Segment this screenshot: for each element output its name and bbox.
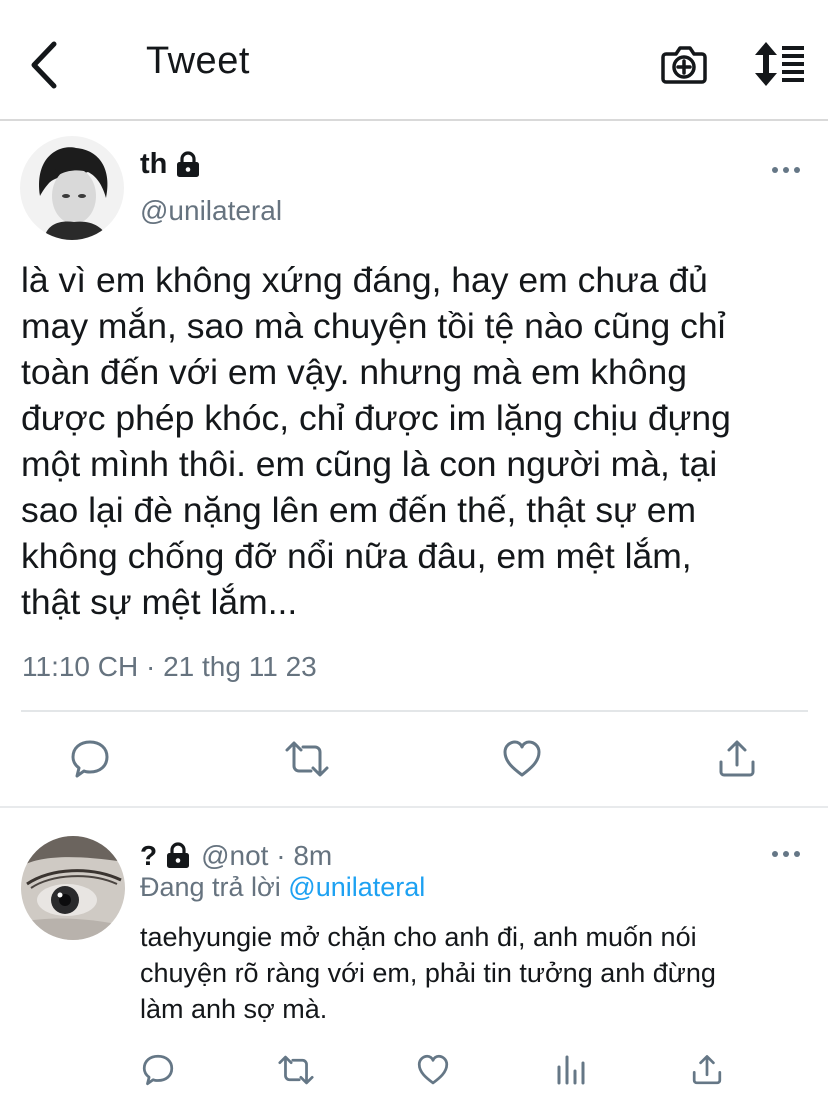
author-name[interactable]: th xyxy=(140,148,167,181)
more-horizontal-icon[interactable] xyxy=(766,844,806,864)
reply-text-line: làm anh sợ mà. xyxy=(140,994,328,1024)
heart-icon[interactable] xyxy=(416,1053,450,1087)
share-icon[interactable] xyxy=(717,738,757,780)
tweet-timestamp[interactable]: 11:10 CH · 21 thg 11 23 xyxy=(22,651,317,683)
author-handle[interactable]: @unilateral xyxy=(140,195,282,227)
back-icon[interactable] xyxy=(22,38,66,92)
heart-icon[interactable] xyxy=(501,738,543,780)
share-icon[interactable] xyxy=(691,1053,723,1087)
tweet-text-line: là vì em không xứng đáng, hay em chưa đủ xyxy=(21,260,708,300)
analytics-icon[interactable] xyxy=(554,1053,588,1087)
divider xyxy=(21,710,808,712)
top-bar: Tweet xyxy=(0,0,828,121)
reply-author-row: ? @not · 8m xyxy=(140,840,332,872)
reply-author-name[interactable]: ? xyxy=(140,840,157,872)
reply-text: taehyungie mở chặn cho anh đi, anh muốn … xyxy=(140,919,716,1027)
section-divider xyxy=(0,806,828,808)
comment-icon[interactable] xyxy=(69,738,111,780)
author-name-row: th xyxy=(140,148,201,181)
replying-to: Đang trả lời @unilateral xyxy=(140,872,425,903)
tweet-text: là vì em không xứng đáng, hay em chưa đủ… xyxy=(21,257,731,625)
tweet-text-line: may mắn, sao mà chuyện tồi tệ nào cũng c… xyxy=(21,306,726,346)
lock-icon xyxy=(167,842,190,868)
tweet-text-line: sao lại đè nặng lên em đến thế, thật sự … xyxy=(21,490,697,530)
page-title: Tweet xyxy=(146,40,250,82)
tweet-text-line: được phép khóc, chỉ được im lặng chịu đự… xyxy=(21,398,731,438)
comment-icon[interactable] xyxy=(141,1053,175,1087)
more-horizontal-icon[interactable] xyxy=(766,160,806,180)
reply-avatar[interactable] xyxy=(21,836,125,940)
lock-icon xyxy=(177,150,200,177)
tweet-text-line: thật sự mệt lắm... xyxy=(21,582,298,622)
replying-prefix: Đang trả lời xyxy=(140,872,281,902)
replying-mention-link[interactable]: @unilateral xyxy=(288,872,425,902)
reply-meta[interactable]: @not · 8m xyxy=(201,840,332,872)
sort-icon[interactable] xyxy=(752,40,808,88)
avatar[interactable] xyxy=(20,136,124,240)
reply-text-line: chuyện rõ ràng với em, phải tin tưởng an… xyxy=(140,958,716,988)
tweet-text-line: toàn đến với em vậy. nhưng mà em không xyxy=(21,352,688,392)
retweet-icon[interactable] xyxy=(276,1053,316,1087)
tweet-text-line: không chống đỡ nổi nữa đâu, em mệt lắm, xyxy=(21,536,692,576)
camera-plus-icon[interactable] xyxy=(660,40,708,88)
tweet-text-line: một mình thôi. em cũng là con người mà, … xyxy=(21,444,718,484)
retweet-icon[interactable] xyxy=(283,738,331,780)
reply-text-line: taehyungie mở chặn cho anh đi, anh muốn … xyxy=(140,922,697,952)
